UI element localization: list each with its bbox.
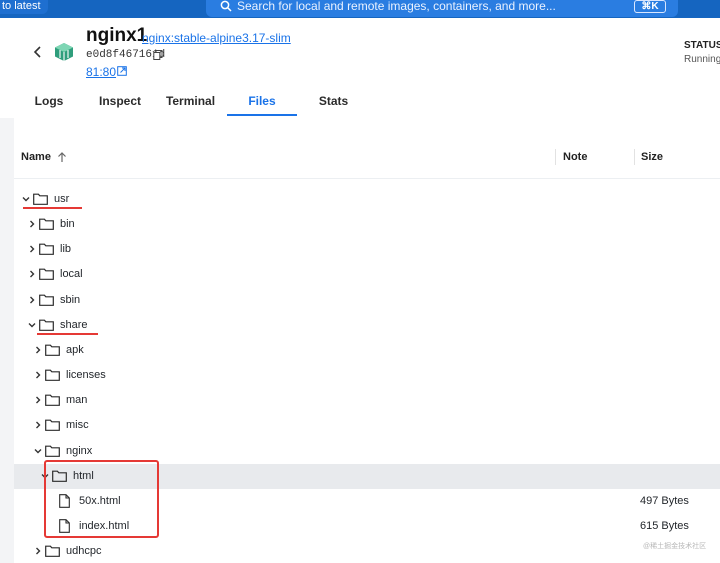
item-name: lib — [60, 243, 72, 256]
tab-inspect[interactable]: Inspect — [94, 86, 146, 116]
item-size: 497 Bytes — [640, 494, 689, 507]
copy-icon[interactable] — [153, 50, 163, 60]
tab-logs[interactable]: Logs — [24, 86, 74, 116]
item-name: misc — [66, 419, 89, 432]
column-separator — [555, 149, 556, 165]
search-placeholder: Search for local and remote images, cont… — [237, 0, 556, 13]
item-name: share — [60, 318, 88, 331]
chevron-right-icon[interactable] — [34, 346, 42, 354]
port-link[interactable]: 81:80 — [86, 65, 116, 79]
item-name: bin — [60, 218, 75, 231]
status-label: STATUS — [684, 40, 720, 51]
folder-icon — [45, 344, 60, 356]
column-header-size[interactable]: Size — [641, 151, 663, 163]
tab-files[interactable]: Files — [227, 86, 297, 116]
folder-icon — [39, 218, 54, 231]
back-arrow-icon[interactable] — [33, 46, 43, 58]
chevron-right-icon[interactable] — [34, 371, 42, 379]
active-tab-indicator — [227, 114, 297, 116]
header-divider — [14, 178, 720, 179]
folder-icon — [39, 243, 54, 256]
folder-icon — [39, 269, 54, 281]
folder-icon — [45, 419, 60, 432]
folder-row[interactable]: udhcpc — [14, 539, 720, 563]
chevron-right-icon[interactable] — [34, 421, 42, 429]
item-name: udhcpc — [66, 545, 102, 558]
folder-icon — [45, 445, 60, 457]
annotation-box-html — [44, 460, 159, 538]
chevron-right-icon[interactable] — [28, 245, 36, 253]
chevron-right-icon[interactable] — [28, 220, 36, 228]
folder-icon — [39, 319, 54, 331]
folder-row[interactable]: share — [14, 313, 720, 338]
item-name: local — [60, 268, 83, 281]
folder-row[interactable]: bin — [14, 212, 720, 237]
item-name: usr — [54, 193, 70, 205]
column-header-name[interactable]: Name — [21, 151, 51, 163]
image-link[interactable]: nginx:stable-alpine3.17-slim — [142, 31, 291, 45]
folder-icon — [45, 369, 60, 381]
folder-icon — [45, 545, 60, 557]
folder-row[interactable]: apk — [14, 338, 720, 363]
search-icon — [220, 0, 232, 12]
tab-stats[interactable]: Stats — [311, 86, 356, 116]
item-name: apk — [66, 343, 84, 356]
column-header-note[interactable]: Note — [563, 151, 587, 163]
status-value: Running — [684, 54, 720, 65]
item-name: sbin — [60, 293, 81, 306]
annotation-underline-share — [37, 333, 98, 335]
folder-row[interactable]: lib — [14, 237, 720, 262]
tab-terminal[interactable]: Terminal — [163, 86, 218, 116]
chevron-right-icon[interactable] — [34, 547, 42, 555]
chevron-right-icon[interactable] — [34, 396, 42, 404]
folder-row[interactable]: misc — [14, 413, 720, 438]
folder-row[interactable]: sbin — [14, 288, 720, 313]
item-name: licenses — [66, 369, 106, 382]
container-name: nginx1 — [86, 25, 148, 46]
folder-row[interactable]: licenses — [14, 363, 720, 388]
left-gutter — [0, 118, 14, 563]
external-link-icon[interactable] — [117, 66, 127, 76]
folder-icon — [33, 193, 48, 205]
update-banner[interactable]: to latest — [0, 0, 48, 14]
folder-icon — [45, 394, 60, 407]
folder-row[interactable]: local — [14, 262, 720, 287]
update-text: to latest — [2, 0, 41, 12]
folder-icon — [39, 294, 54, 306]
tab-bar: Logs Inspect Terminal Files Stats — [14, 86, 720, 118]
chevron-down-icon[interactable] — [28, 321, 36, 329]
chevron-right-icon[interactable] — [28, 296, 36, 304]
sort-ascending-icon[interactable] — [57, 152, 67, 163]
folder-row[interactable]: man — [14, 388, 720, 413]
chevron-down-icon[interactable] — [34, 447, 42, 455]
annotation-underline-usr — [23, 207, 82, 209]
item-name: man — [66, 394, 88, 407]
search-shortcut: ⌘K — [634, 0, 666, 13]
watermark: @稀土掘金技术社区 — [643, 543, 707, 550]
column-separator — [634, 149, 635, 165]
search-bar[interactable]: Search for local and remote images, cont… — [206, 0, 678, 17]
item-name: nginx — [66, 444, 93, 457]
chevron-down-icon[interactable] — [22, 195, 30, 203]
container-icon — [55, 43, 73, 61]
item-size: 615 Bytes — [640, 519, 689, 532]
folder-row[interactable]: usr — [14, 187, 720, 212]
chevron-right-icon[interactable] — [28, 270, 36, 278]
